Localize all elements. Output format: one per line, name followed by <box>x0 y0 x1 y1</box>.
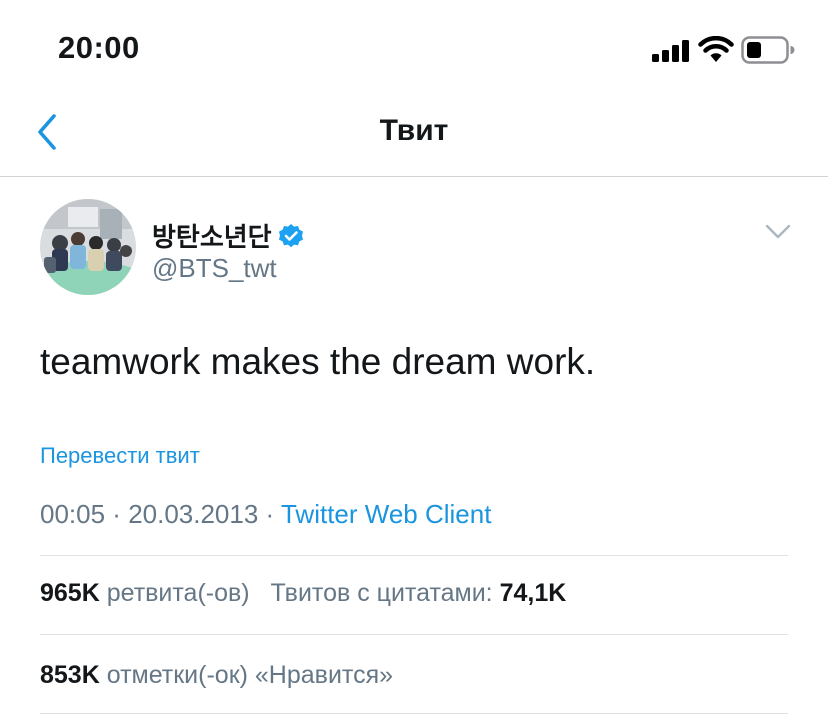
likes-count: 853K <box>40 661 100 689</box>
wifi-icon <box>698 36 734 62</box>
meta-separator: · <box>258 499 281 529</box>
nav-bar: Твит <box>0 100 828 177</box>
battery-icon <box>741 36 795 64</box>
retweet-stats-row: 965K ретвита(-ов) Твитов с цитатами: 74,… <box>40 579 566 608</box>
likes-label: отметки(-ок) «Нравится» <box>106 661 394 689</box>
quotes-link[interactable]: Твитов с цитатами: 74,1K <box>270 579 566 607</box>
translate-tweet-link[interactable]: Перевести твит <box>40 443 200 469</box>
author-name[interactable]: 방탄소년단 <box>152 217 272 254</box>
tweet-text: teamwork makes the dream work. <box>40 341 596 382</box>
divider <box>40 713 788 714</box>
retweets-link[interactable]: 965K ретвита(-ов) <box>40 579 250 607</box>
avatar[interactable] <box>40 199 136 295</box>
chevron-down-icon[interactable] <box>764 223 792 241</box>
author-handle[interactable]: @BTS_twt <box>152 253 277 284</box>
quotes-count: 74,1K <box>499 579 567 607</box>
tweet-time: 00:05 <box>40 499 106 529</box>
avatar-photo-icon <box>40 199 136 295</box>
quotes-label: Твитов с цитатами: <box>270 579 493 607</box>
divider <box>40 634 788 635</box>
tweet-source-link[interactable]: Twitter Web Client <box>281 499 491 529</box>
status-bar: 20:00 <box>0 0 828 100</box>
signal-icon <box>652 40 689 62</box>
tweet-date: 20.03.2013 <box>128 499 259 529</box>
tweet-meta: 00:05 · 20.03.2013 · Twitter Web Client <box>40 499 491 530</box>
page-title: Твит <box>379 114 449 147</box>
status-time: 20:00 <box>58 30 140 65</box>
meta-separator: · <box>105 499 129 529</box>
likes-stats-row[interactable]: 853K отметки(-ок) «Нравится» <box>40 661 393 690</box>
retweets-count: 965K <box>40 579 100 607</box>
verified-icon <box>278 223 303 247</box>
retweets-label: ретвита(-ов) <box>106 579 250 607</box>
author-name-row[interactable]: 방탄소년단 <box>152 217 304 254</box>
divider <box>40 555 788 556</box>
